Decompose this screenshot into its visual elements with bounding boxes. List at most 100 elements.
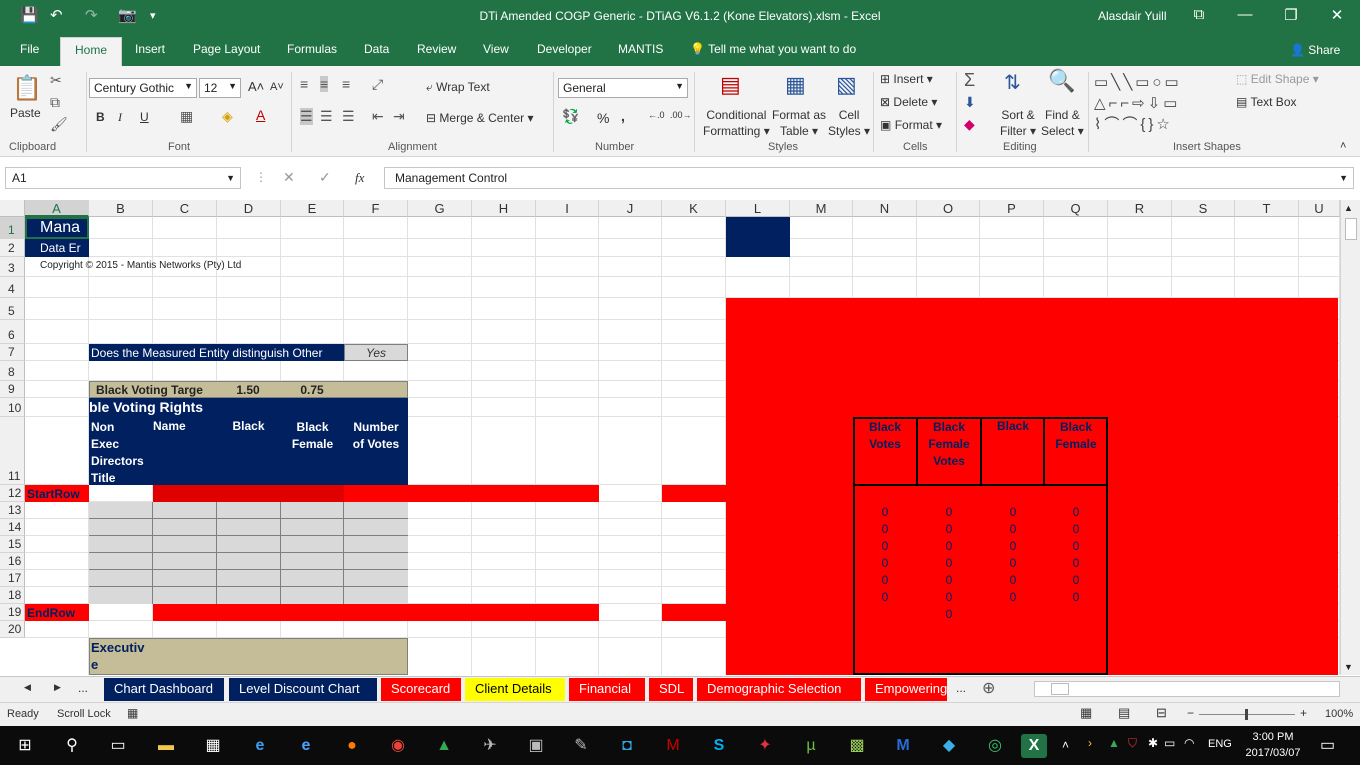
enter-icon[interactable]: ✓: [319, 169, 331, 186]
app-icon[interactable]: ◘: [614, 734, 640, 758]
align-right-icon[interactable]: ☰: [342, 108, 355, 125]
windows-start-icon[interactable]: ⊞: [12, 734, 38, 758]
copy-icon[interactable]: ⧉: [50, 94, 60, 111]
column-header-t[interactable]: T: [1235, 200, 1299, 217]
app-icon[interactable]: ◆: [936, 734, 962, 758]
italic-button[interactable]: I: [118, 110, 122, 125]
sheet-tab[interactable]: Client Details: [465, 678, 565, 701]
tab-scroll-prev-icon[interactable]: ◀: [24, 682, 31, 693]
vertical-scrollbar[interactable]: ▲ ▼: [1340, 200, 1360, 675]
tell-me-search[interactable]: 💡 Tell me what you want to do: [690, 42, 856, 56]
normal-view-icon[interactable]: ▦: [1080, 705, 1092, 721]
tab-view[interactable]: View: [483, 42, 509, 56]
sort-filter-icon[interactable]: ⇅: [1004, 70, 1021, 95]
shrink-font-icon[interactable]: A˅: [270, 81, 284, 93]
row-header-15[interactable]: 15: [0, 536, 25, 553]
conditional-formatting-icon[interactable]: ▤: [720, 72, 741, 98]
sheet-tab[interactable]: Empowering: [865, 678, 947, 701]
align-left-icon[interactable]: ☰: [300, 108, 313, 125]
column-header-l[interactable]: L: [726, 200, 790, 217]
column-header-m[interactable]: M: [790, 200, 853, 217]
tab-page-layout[interactable]: Page Layout: [193, 42, 260, 56]
app-icon[interactable]: ▣: [523, 734, 549, 758]
skype-icon[interactable]: S: [706, 734, 732, 758]
ribbon-display-options-icon[interactable]: ⧉: [1184, 6, 1214, 23]
mcafee-icon[interactable]: M: [660, 734, 686, 758]
percent-button[interactable]: %: [597, 110, 609, 126]
magnifier-icon[interactable]: 🔍: [1048, 68, 1075, 94]
tab-data[interactable]: Data: [364, 42, 389, 56]
shapes-gallery[interactable]: ▭╲╲▭○▭ △⌐⌐⇨⇩▭ ⌇⌒⌒{}☆: [1094, 72, 1226, 134]
store-icon[interactable]: ▦: [200, 734, 226, 758]
tab-mantis[interactable]: MANTIS: [618, 42, 663, 56]
column-header-d[interactable]: D: [217, 200, 281, 217]
merge-center-button[interactable]: ⊟ Merge & Center ▾: [426, 111, 533, 125]
zoom-slider-thumb[interactable]: [1245, 709, 1248, 720]
format-cells-button[interactable]: ▣ Format ▾: [880, 118, 942, 132]
zoom-in-button[interactable]: +: [1300, 706, 1307, 720]
column-header-s[interactable]: S: [1172, 200, 1235, 217]
app-icon[interactable]: ▩: [844, 734, 870, 758]
collapse-ribbon-icon[interactable]: ˄: [1340, 140, 1346, 152]
tab-review[interactable]: Review: [417, 42, 456, 56]
name-box[interactable]: A1 ▼: [5, 167, 241, 189]
grow-font-icon[interactable]: A˄: [248, 79, 264, 94]
row-header-18[interactable]: 18: [0, 587, 25, 604]
row-header-10[interactable]: 10: [0, 398, 25, 417]
drive-icon[interactable]: ▲: [431, 734, 457, 758]
column-header-i[interactable]: I: [536, 200, 599, 217]
select-all-corner[interactable]: [0, 200, 25, 217]
autosum-icon[interactable]: Σ: [964, 70, 975, 91]
battery-icon[interactable]: ▭: [1164, 736, 1175, 750]
action-center-icon[interactable]: ▭: [1320, 735, 1335, 755]
row-header-1[interactable]: 1: [0, 217, 25, 239]
row-header-9[interactable]: 9: [0, 381, 25, 398]
tab-formulas[interactable]: Formulas: [287, 42, 337, 56]
orientation-icon[interactable]: ⤢: [372, 76, 383, 93]
firefox-icon[interactable]: ●: [339, 734, 365, 758]
zoom-level[interactable]: 100%: [1325, 708, 1353, 720]
decrease-indent-icon[interactable]: ⇤: [372, 108, 384, 125]
fill-icon[interactable]: ⬇: [964, 94, 976, 111]
sheet-tab[interactable]: Scorecard: [381, 678, 461, 701]
horizontal-scrollbar[interactable]: [1034, 681, 1340, 697]
row-header-5[interactable]: 5: [0, 298, 25, 320]
row-header-2[interactable]: 2: [0, 239, 25, 257]
wifi-icon[interactable]: ◠: [1184, 736, 1194, 750]
column-header-h[interactable]: H: [472, 200, 536, 217]
tray-icon[interactable]: ›: [1088, 736, 1092, 750]
sheet-tab[interactable]: Chart Dashboard: [104, 678, 224, 701]
tray-drive-icon[interactable]: ▲: [1108, 736, 1120, 750]
column-header-a[interactable]: A: [25, 200, 89, 217]
row-header-14[interactable]: 14: [0, 519, 25, 536]
column-header-p[interactable]: P: [980, 200, 1044, 217]
row-header-13[interactable]: 13: [0, 502, 25, 519]
sheet-tab[interactable]: Level Discount Chart: [229, 678, 377, 701]
format-as-table-button[interactable]: Format as Table ▾: [772, 107, 826, 139]
scroll-down-icon[interactable]: ▼: [1344, 662, 1353, 672]
utorrent-icon[interactable]: µ: [798, 734, 824, 758]
file-explorer-icon[interactable]: ▬: [153, 734, 179, 758]
column-header-o[interactable]: O: [917, 200, 980, 217]
app-icon[interactable]: ✦: [752, 734, 778, 758]
column-header-b[interactable]: B: [89, 200, 153, 217]
column-header-g[interactable]: G: [408, 200, 472, 217]
row-header-11[interactable]: 11: [0, 417, 25, 485]
chrome-icon[interactable]: ◉: [385, 734, 411, 758]
format-as-table-icon[interactable]: ▦: [785, 72, 806, 98]
clear-icon[interactable]: ◆: [964, 116, 975, 133]
cell-l1-l2[interactable]: [726, 217, 790, 257]
row-header-16[interactable]: 16: [0, 553, 25, 570]
conditional-formatting-button[interactable]: Conditional Formatting ▾: [703, 107, 770, 139]
row-header-6[interactable]: 6: [0, 320, 25, 344]
increase-indent-icon[interactable]: ⇥: [393, 108, 405, 125]
scroll-up-icon[interactable]: ▲: [1344, 203, 1353, 213]
format-painter-icon[interactable]: 🖌: [50, 116, 68, 133]
text-box-button[interactable]: ▤ Text Box: [1236, 95, 1297, 109]
tray-app-icon[interactable]: ✱: [1148, 736, 1158, 750]
font-name-box[interactable]: Century Gothic ▼: [89, 78, 197, 98]
zoom-out-button[interactable]: −: [1187, 706, 1194, 720]
bottom-align-icon[interactable]: ≡: [342, 76, 350, 92]
clock[interactable]: 3:00 PM 2017/03/07: [1240, 729, 1306, 761]
insert-function-icon[interactable]: fx: [355, 170, 364, 186]
